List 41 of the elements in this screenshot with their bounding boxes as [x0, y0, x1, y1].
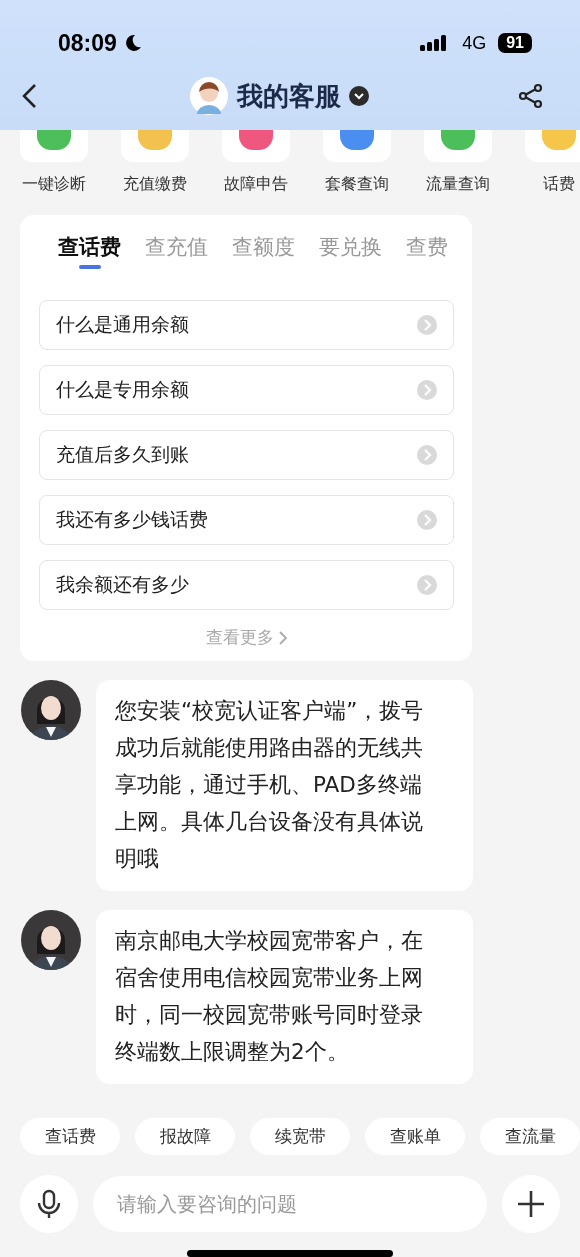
quick-action-label[interactable]: 充值缴费 — [123, 174, 187, 195]
quick-reply-chip[interactable]: 查流量 — [480, 1118, 580, 1155]
quick-reply-chip[interactable]: 查账单 — [365, 1118, 465, 1155]
share-icon[interactable] — [518, 83, 544, 109]
quick-reply-chip[interactable]: 查话费 — [20, 1118, 120, 1155]
faq-question[interactable]: 我余额还有多少 — [39, 560, 454, 610]
quick-action-tile[interactable] — [424, 130, 492, 162]
network-label: 4G — [462, 32, 487, 54]
faq-question[interactable]: 我还有多少钱话费 — [39, 495, 454, 545]
quick-reply-chip[interactable]: 报故障 — [135, 1118, 235, 1155]
chevron-icon — [417, 575, 437, 595]
question-input[interactable]: 请输入要咨询的问题 — [93, 1176, 487, 1232]
faq-tab[interactable]: 查话费 — [58, 233, 121, 261]
quick-action-tile[interactable] — [121, 130, 189, 162]
quick-action-label[interactable]: 流量查询 — [426, 174, 490, 195]
quick-action-tile[interactable] — [20, 130, 88, 162]
faq-question[interactable]: 什么是通用余额 — [39, 300, 454, 350]
quick-action-label[interactable]: 故障申告 — [224, 174, 288, 195]
chevron-icon — [417, 445, 437, 465]
agent-avatar-icon — [189, 76, 229, 116]
chevron-icon — [277, 629, 288, 646]
quick-action-tile[interactable] — [222, 130, 290, 162]
status-time: 08:09 — [58, 29, 117, 57]
chat-message: 您安装“校宽认证客户端”，拨号成功后就能使用路由器的无线共享功能，通过手机、PAD多终端上网。具体几台设备没有具体说明哦 — [96, 680, 473, 891]
chat-message: 南京邮电大学校园宽带客户，在宿舍使用电信校园宽带业务上网时，同一校园宽带账号同时登录终端数上限调整为2个。 — [96, 910, 473, 1084]
battery-level: 91 — [498, 33, 532, 53]
faq-question[interactable]: 充值后多久到账 — [39, 430, 454, 480]
plus-icon — [516, 1189, 546, 1219]
quick-action-tile[interactable] — [323, 130, 391, 162]
quick-reply-chip[interactable]: 续宽带 — [250, 1118, 350, 1155]
quick-action-tile[interactable] — [525, 130, 580, 162]
quick-action-label[interactable]: 套餐查询 — [325, 174, 389, 195]
chevron-icon — [417, 380, 437, 400]
microphone-icon — [37, 1189, 61, 1219]
quick-action-label[interactable]: 话费 — [543, 174, 575, 195]
chevron-icon — [417, 510, 437, 530]
dropdown-icon[interactable] — [349, 86, 369, 106]
faq-question[interactable]: 什么是专用余额 — [39, 365, 454, 415]
quick-action-label[interactable]: 一键诊断 — [22, 174, 86, 195]
page-title: 我的客服 — [237, 79, 341, 113]
chevron-icon — [417, 315, 437, 335]
